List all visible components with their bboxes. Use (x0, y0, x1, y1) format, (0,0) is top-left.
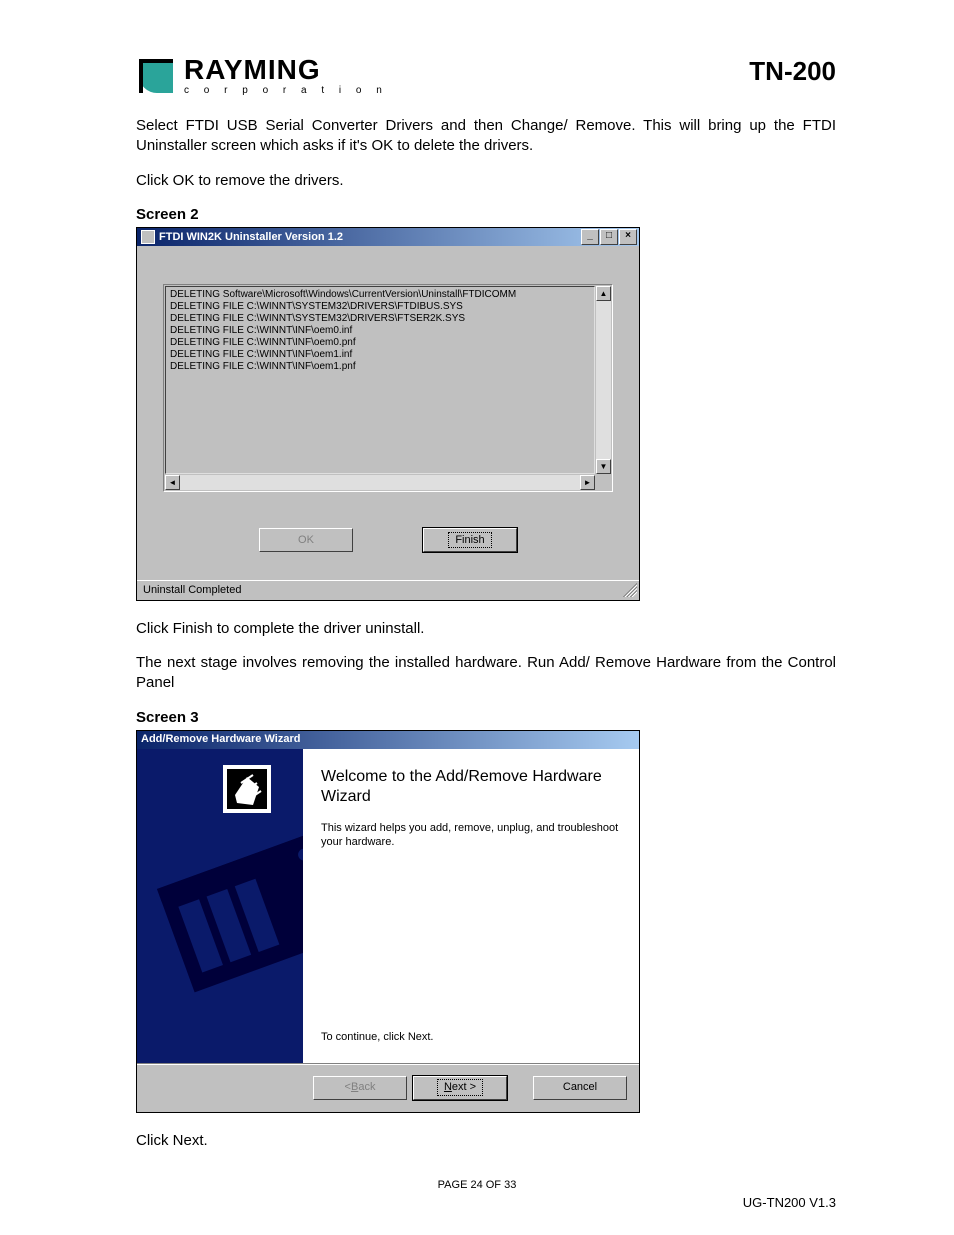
statusbar: Uninstall Completed (137, 580, 639, 600)
scroll-left-icon[interactable]: ◄ (165, 475, 180, 490)
wizard-content: Welcome to the Add/Remove Hardware Wizar… (303, 749, 639, 1063)
paragraph: Select FTDI USB Serial Converter Drivers… (136, 116, 836, 157)
hardware-wizard-window: Add/Remove Hardware Wizard (136, 730, 640, 1113)
scroll-down-icon[interactable]: ▼ (596, 459, 611, 474)
logo-subtitle: c o r p o r a t i o n (184, 86, 388, 96)
log-frame: DELETING Software\Microsoft\Windows\Curr… (163, 284, 613, 492)
button-row: OK Finish (163, 528, 613, 552)
uninstaller-window: FTDI WIN2K Uninstaller Version 1.2 _ □ ×… (136, 227, 640, 601)
paragraph: Click Next. (136, 1131, 836, 1151)
cancel-button[interactable]: Cancel (533, 1076, 627, 1100)
screen-label: Screen 3 (136, 708, 836, 728)
log-text: DELETING Software\Microsoft\Windows\Curr… (165, 286, 595, 474)
window-title: FTDI WIN2K Uninstaller Version 1.2 (159, 230, 343, 245)
window-icon (141, 230, 155, 244)
resize-grip-icon[interactable] (623, 583, 637, 597)
wizard-sidebar-graphic (137, 749, 303, 1063)
next-button[interactable]: Next > (413, 1076, 507, 1100)
screen-label: Screen 2 (136, 205, 836, 225)
scroll-up-icon[interactable]: ▲ (596, 286, 611, 301)
paragraph: Click Finish to complete the driver unin… (136, 619, 836, 639)
paragraph: Click OK to remove the drivers. (136, 171, 836, 191)
wizard-continue-hint: To continue, click Next. (321, 1030, 619, 1053)
wizard-description: This wizard helps you add, remove, unplu… (321, 821, 619, 850)
titlebar[interactable]: FTDI WIN2K Uninstaller Version 1.2 _ □ × (137, 228, 639, 246)
logo: RAYMING c o r p o r a t i o n (136, 56, 388, 96)
vertical-scrollbar[interactable]: ▲ ▼ (596, 286, 611, 474)
scroll-right-icon[interactable]: ► (580, 475, 595, 490)
page-header: RAYMING c o r p o r a t i o n TN-200 (136, 56, 836, 96)
paragraph: The next stage involves removing the ins… (136, 653, 836, 694)
document-model: TN-200 (749, 56, 836, 87)
status-text: Uninstall Completed (143, 583, 241, 598)
finish-button[interactable]: Finish (423, 528, 517, 552)
page-number: PAGE 24 OF 33 (438, 1179, 517, 1191)
ok-button: OK (259, 528, 353, 552)
back-button: < Back (313, 1076, 407, 1100)
body-text: Select FTDI USB Serial Converter Drivers… (136, 116, 836, 1151)
window-body: DELETING Software\Microsoft\Windows\Curr… (137, 246, 639, 580)
wizard-footer: < Back Next > Cancel (137, 1063, 639, 1112)
maximize-button[interactable]: □ (600, 229, 618, 245)
titlebar[interactable]: Add/Remove Hardware Wizard (137, 731, 639, 749)
minimize-button[interactable]: _ (581, 229, 599, 245)
close-button[interactable]: × (619, 229, 637, 245)
window-buttons: _ □ × (581, 229, 637, 245)
wizard-body: Welcome to the Add/Remove Hardware Wizar… (137, 749, 639, 1063)
horizontal-scrollbar[interactable]: ◄ ► (165, 475, 595, 490)
logo-mark-icon (136, 56, 176, 96)
logo-name: RAYMING (184, 56, 388, 84)
window-title: Add/Remove Hardware Wizard (141, 732, 300, 747)
wizard-heading: Welcome to the Add/Remove Hardware Wizar… (321, 767, 619, 807)
document-page: RAYMING c o r p o r a t i o n TN-200 Sel… (0, 0, 954, 1235)
document-number: UG-TN200 V1.3 (743, 1195, 836, 1210)
page-footer: PAGE 24 OF 33 UG-TN200 V1.3 (0, 1179, 954, 1191)
